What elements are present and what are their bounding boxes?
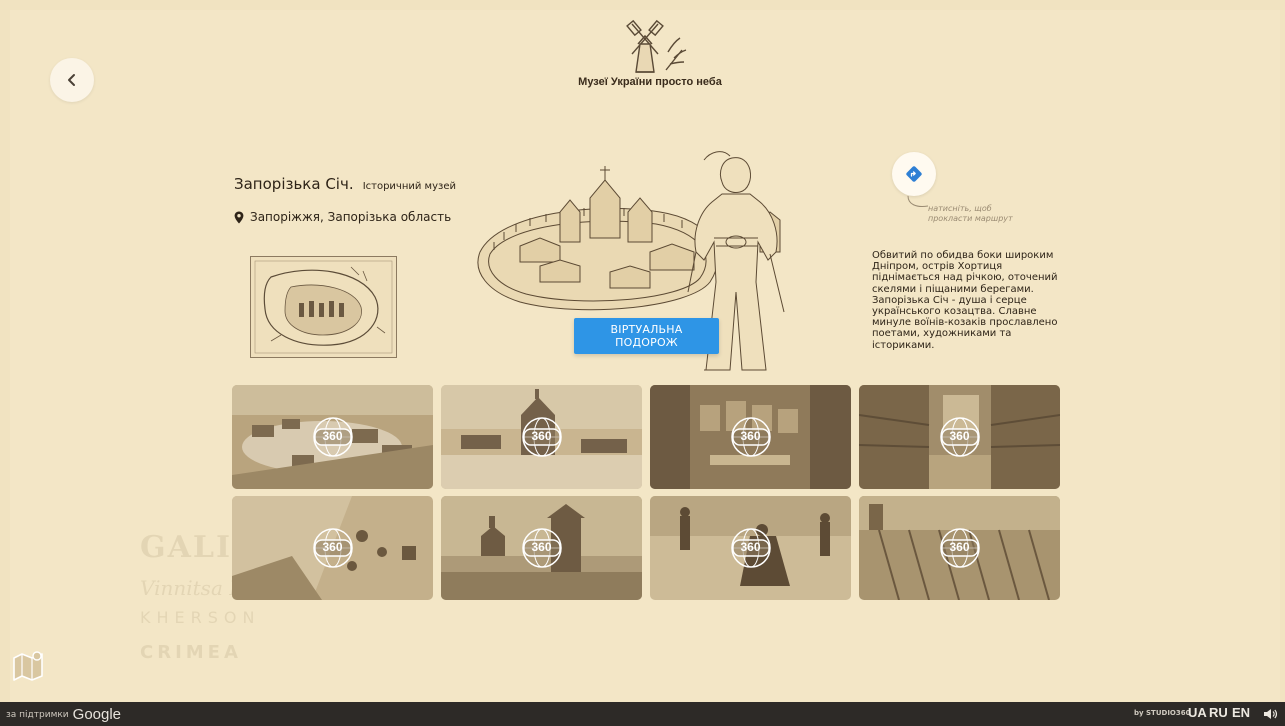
panorama-thumbnail-3[interactable]: 360 — [650, 385, 851, 489]
route-button[interactable] — [892, 152, 936, 196]
chevron-left-icon — [68, 74, 75, 86]
map-pin-icon — [234, 211, 244, 223]
panorama-360-label: 360 — [740, 429, 761, 443]
lang-en[interactable]: EN — [1232, 705, 1250, 720]
lang-ru[interactable]: RU — [1209, 705, 1228, 720]
logo-text: Музеї України просто неба — [578, 76, 722, 88]
panorama-thumbnail-7[interactable]: 360 — [650, 496, 851, 600]
route-hint: натисніть, щоб прокласти маршрут — [928, 204, 1013, 223]
map-button[interactable] — [10, 648, 46, 684]
support-label: за підтримки — [6, 709, 69, 720]
back-button[interactable] — [50, 58, 94, 102]
studio-credit[interactable]: by STUDIO360 — [1134, 709, 1191, 717]
panorama-thumbnail-1[interactable]: 360 — [232, 385, 433, 489]
place-name: Запорізька Січ. — [234, 175, 354, 193]
panorama-360-label: 360 — [740, 540, 761, 554]
speaker-icon[interactable] — [1262, 706, 1278, 722]
panorama-360-label: 360 — [531, 429, 552, 443]
windmill-logo-icon — [626, 19, 687, 73]
panorama-360-label: 360 — [322, 429, 343, 443]
panorama-thumbnail-6[interactable]: 360 — [441, 496, 642, 600]
panorama-360-label: 360 — [949, 429, 970, 443]
bg-text-3: KHERSON — [140, 608, 261, 627]
panorama-thumbnail-8[interactable]: 360 — [859, 496, 1060, 600]
place-title: Запорізька Січ. Історичний музей — [234, 174, 456, 193]
historical-map-sketch — [250, 256, 397, 358]
place-type: Історичний музей — [362, 181, 456, 192]
panorama-gallery: 360 360 360 360 360 360 360 360 — [232, 385, 1060, 601]
google-support: за підтримки Google — [6, 706, 121, 723]
footer-bar: за підтримки Google by STUDIO360 UA RU E… — [0, 702, 1285, 726]
page-background: GALICIA Vinnitsa M KHERSON CRIMEA Музеї … — [10, 10, 1280, 702]
bg-text-4: CRIMEA — [140, 642, 242, 663]
location-text: Запоріжжя, Запорізька область — [250, 210, 452, 224]
panorama-thumbnail-2[interactable]: 360 — [441, 385, 642, 489]
lang-ua[interactable]: UA — [1188, 705, 1207, 720]
panorama-thumbnail-5[interactable]: 360 — [232, 496, 433, 600]
place-description: Обвитий по обидва боки широким Дніпром, … — [872, 250, 1058, 351]
google-logo[interactable]: Google — [73, 706, 121, 723]
panorama-thumbnail-4[interactable]: 360 — [859, 385, 1060, 489]
virtual-tour-button[interactable]: ВІРТУАЛЬНА ПОДОРОЖ — [574, 318, 719, 354]
hint-arrow-icon — [907, 195, 929, 207]
folded-map-icon — [13, 651, 43, 681]
place-location: Запоріжжя, Запорізька область — [234, 210, 451, 224]
museum-logo[interactable]: Музеї України просто неба — [570, 14, 730, 94]
panorama-360-label: 360 — [949, 540, 970, 554]
panorama-360-label: 360 — [322, 540, 343, 554]
panorama-360-label: 360 — [531, 540, 552, 554]
directions-icon — [906, 166, 922, 182]
